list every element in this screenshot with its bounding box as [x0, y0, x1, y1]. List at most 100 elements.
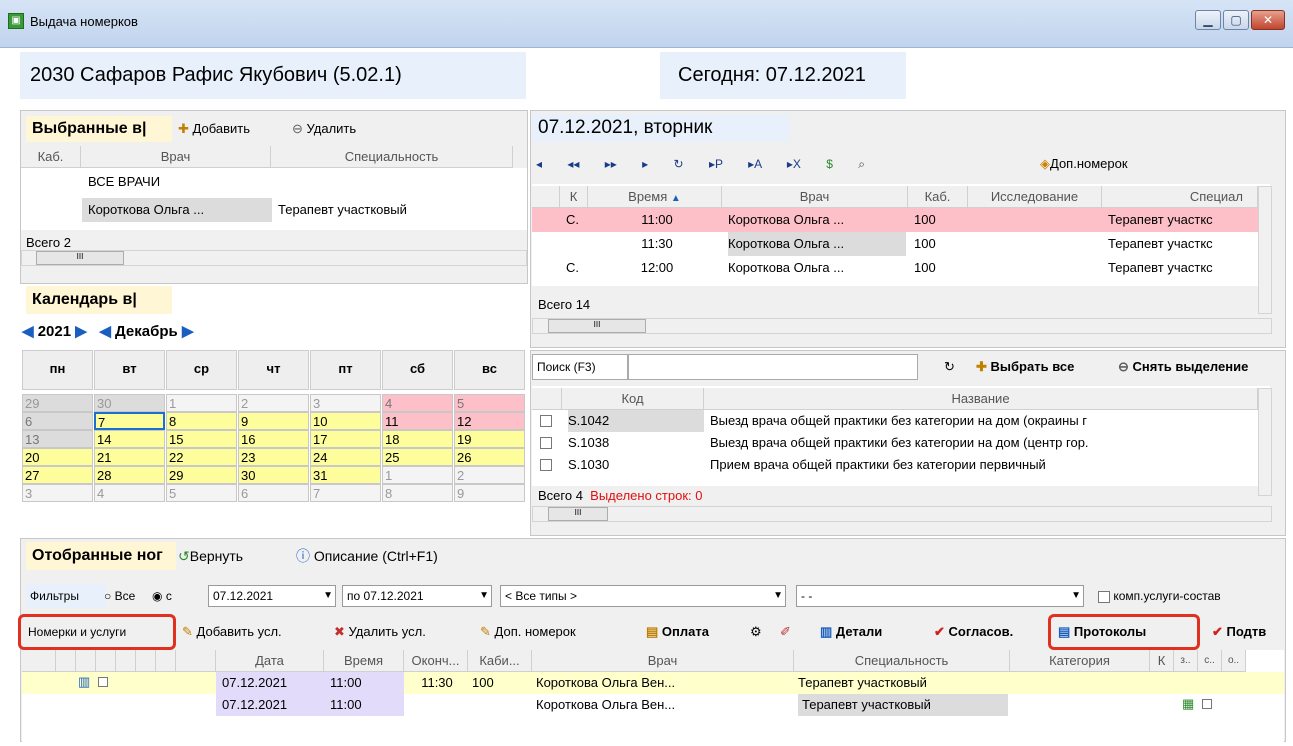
calendar-day[interactable]: 20	[22, 448, 93, 466]
delete-service-button[interactable]: ✖ Удалить усл.	[334, 620, 426, 644]
col-cabinet[interactable]: Каб.	[908, 186, 968, 208]
scroll-thumb[interactable]: III	[548, 319, 646, 333]
calendar-day[interactable]: 5	[166, 484, 237, 502]
col-code[interactable]: Код	[562, 388, 704, 410]
calendar-day[interactable]: 1	[382, 466, 453, 484]
calendar-day[interactable]: 12	[454, 412, 525, 430]
calendar-day[interactable]: 3	[310, 394, 381, 412]
col-s[interactable]: с..	[1198, 650, 1222, 672]
details-button[interactable]: ▥ Детали	[820, 620, 882, 644]
calendar-day[interactable]: 15	[166, 430, 237, 448]
filter-a-icon[interactable]: ▸A	[748, 157, 761, 171]
calendar-day[interactable]: 17	[310, 430, 381, 448]
money-icon[interactable]: $	[826, 157, 833, 171]
last-icon[interactable]: ▸▸	[605, 157, 617, 171]
checkbox-icon[interactable]	[540, 437, 552, 449]
col-doctor[interactable]: Врач	[722, 186, 908, 208]
filter-p-icon[interactable]: ▸P	[709, 157, 723, 171]
table-row[interactable]: ▦ 07.12.2021 11:00 Короткова Ольга Вен... Те…	[22, 694, 1284, 716]
binoculars-icon[interactable]: ⌕	[858, 157, 865, 171]
extra-number-button[interactable]: ◈Доп.номерок	[1040, 152, 1128, 176]
services-hscroll[interactable]	[532, 506, 1272, 522]
col-k[interactable]: К	[1150, 650, 1174, 672]
report-icon[interactable]: ▦	[1182, 696, 1194, 712]
remove-doctor-button[interactable]: ⊖ Удалить	[292, 117, 356, 141]
table-row[interactable]: С. 12:00 Короткова Ольга ... 100 Терапевт уч…	[532, 256, 1258, 280]
col-name[interactable]: Название	[704, 388, 1258, 410]
list-item[interactable]: Короткова Ольга ...	[82, 198, 272, 222]
date-from-select[interactable]: 07.12.2021 ▼	[208, 585, 336, 607]
table-row[interactable]: 11:30 Короткова Ольга ... 100 Терапевт учас…	[532, 232, 1258, 256]
calendar-day[interactable]: 5	[454, 394, 525, 412]
search-input[interactable]	[628, 354, 918, 380]
calendar-day[interactable]: 4	[382, 394, 453, 412]
list-item[interactable]: ВСЕ ВРАЧИ	[88, 172, 268, 192]
col-date[interactable]: Дата	[216, 650, 324, 672]
comp-services-checkbox[interactable]: комп.услуги-состав	[1098, 584, 1221, 608]
services-vscroll[interactable]	[1258, 388, 1272, 496]
calendar-day[interactable]: 19	[454, 430, 525, 448]
calendar-day[interactable]: 8	[166, 412, 237, 430]
checkbox-icon[interactable]	[540, 415, 552, 427]
add-service-button[interactable]: ✎ Добавить усл.	[182, 620, 282, 644]
col-o[interactable]: о..	[1222, 650, 1246, 672]
col-cabinet[interactable]: Каб.	[21, 146, 81, 168]
calendar-day[interactable]: 4	[94, 484, 165, 502]
calendar-day[interactable]: 2	[454, 466, 525, 484]
calendar-day[interactable]: 2	[238, 394, 309, 412]
pencil-icon[interactable]: ✐	[780, 620, 791, 644]
protocols-button[interactable]: ▤ Протоколы	[1058, 620, 1146, 644]
return-button[interactable]: ↺Вернуть	[178, 544, 243, 568]
calendar-day[interactable]: 23	[238, 448, 309, 466]
calendar-day[interactable]: 9	[454, 484, 525, 502]
next-month-icon[interactable]: ▶	[182, 323, 194, 340]
col-specialty[interactable]: Специальность	[271, 146, 513, 168]
col-time[interactable]: Время	[324, 650, 404, 672]
maximize-button[interactable]: ▢	[1223, 10, 1249, 30]
confirm-button[interactable]: ✔ Подтв	[1212, 620, 1266, 644]
calendar-day[interactable]: 30	[94, 394, 165, 412]
agree-button[interactable]: ✔ Согласов.	[934, 620, 1013, 644]
select-all-button[interactable]: ✚ Выбрать все	[976, 355, 1074, 379]
calendar-day[interactable]: 30	[238, 466, 309, 484]
col-category[interactable]: Категория	[1010, 650, 1150, 672]
calendar-day[interactable]: 9	[238, 412, 309, 430]
col-time[interactable]: Время ▲	[588, 186, 722, 208]
filter-all-radio[interactable]: ○ Все	[104, 584, 135, 608]
table-row[interactable]: С. 11:00 Короткова Ольга ... 100 Терапевт уч…	[532, 208, 1258, 232]
close-button[interactable]: ✕	[1251, 10, 1285, 30]
col-doctor[interactable]: Врач	[532, 650, 794, 672]
scroll-thumb[interactable]: III	[36, 251, 124, 265]
next-year-icon[interactable]: ▶	[75, 323, 87, 340]
category-select[interactable]: - - ▼	[796, 585, 1084, 607]
filter-from-radio[interactable]: ◉ с	[152, 584, 172, 608]
prev-year-icon[interactable]: ◀	[22, 323, 34, 340]
calendar-day[interactable]: 3	[22, 484, 93, 502]
calendar-day[interactable]: 6	[22, 412, 93, 430]
calendar-day[interactable]: 8	[382, 484, 453, 502]
col-specialty[interactable]: Специал	[1102, 186, 1258, 208]
calendar-day[interactable]: 7	[310, 484, 381, 502]
date-to-select[interactable]: по 07.12.2021 ▼	[342, 585, 492, 607]
calendar-day[interactable]: 11	[382, 412, 453, 430]
table-row[interactable]: ▥ 07.12.2021 11:00 11:30 100 Короткова Ольга …	[22, 672, 1284, 694]
next-icon[interactable]: ▸	[642, 157, 648, 171]
calendar-day[interactable]: 13	[22, 430, 93, 448]
calendar-day[interactable]: 22	[166, 448, 237, 466]
calendar-day[interactable]: 31	[310, 466, 381, 484]
col-k[interactable]: К	[560, 186, 588, 208]
checkbox-icon[interactable]	[1202, 699, 1212, 709]
minimize-button[interactable]: ▁	[1195, 10, 1221, 30]
calendar-day[interactable]: 7	[94, 412, 165, 430]
extra-number-button-2[interactable]: ✎ Доп. номерок	[480, 620, 576, 644]
settings-icon[interactable]: ⚙	[750, 620, 762, 644]
checkbox-icon[interactable]	[540, 459, 552, 471]
col-specialty[interactable]: Специальность	[794, 650, 1010, 672]
calendar-day[interactable]: 29	[166, 466, 237, 484]
calendar-day[interactable]: 24	[310, 448, 381, 466]
type-select[interactable]: < Все типы > ▼	[500, 585, 786, 607]
refresh-services-icon[interactable]: ↻	[944, 355, 955, 379]
calendar-day[interactable]: 25	[382, 448, 453, 466]
col-cabinet[interactable]: Каби...	[468, 650, 532, 672]
col-doctor[interactable]: Врач	[81, 146, 271, 168]
